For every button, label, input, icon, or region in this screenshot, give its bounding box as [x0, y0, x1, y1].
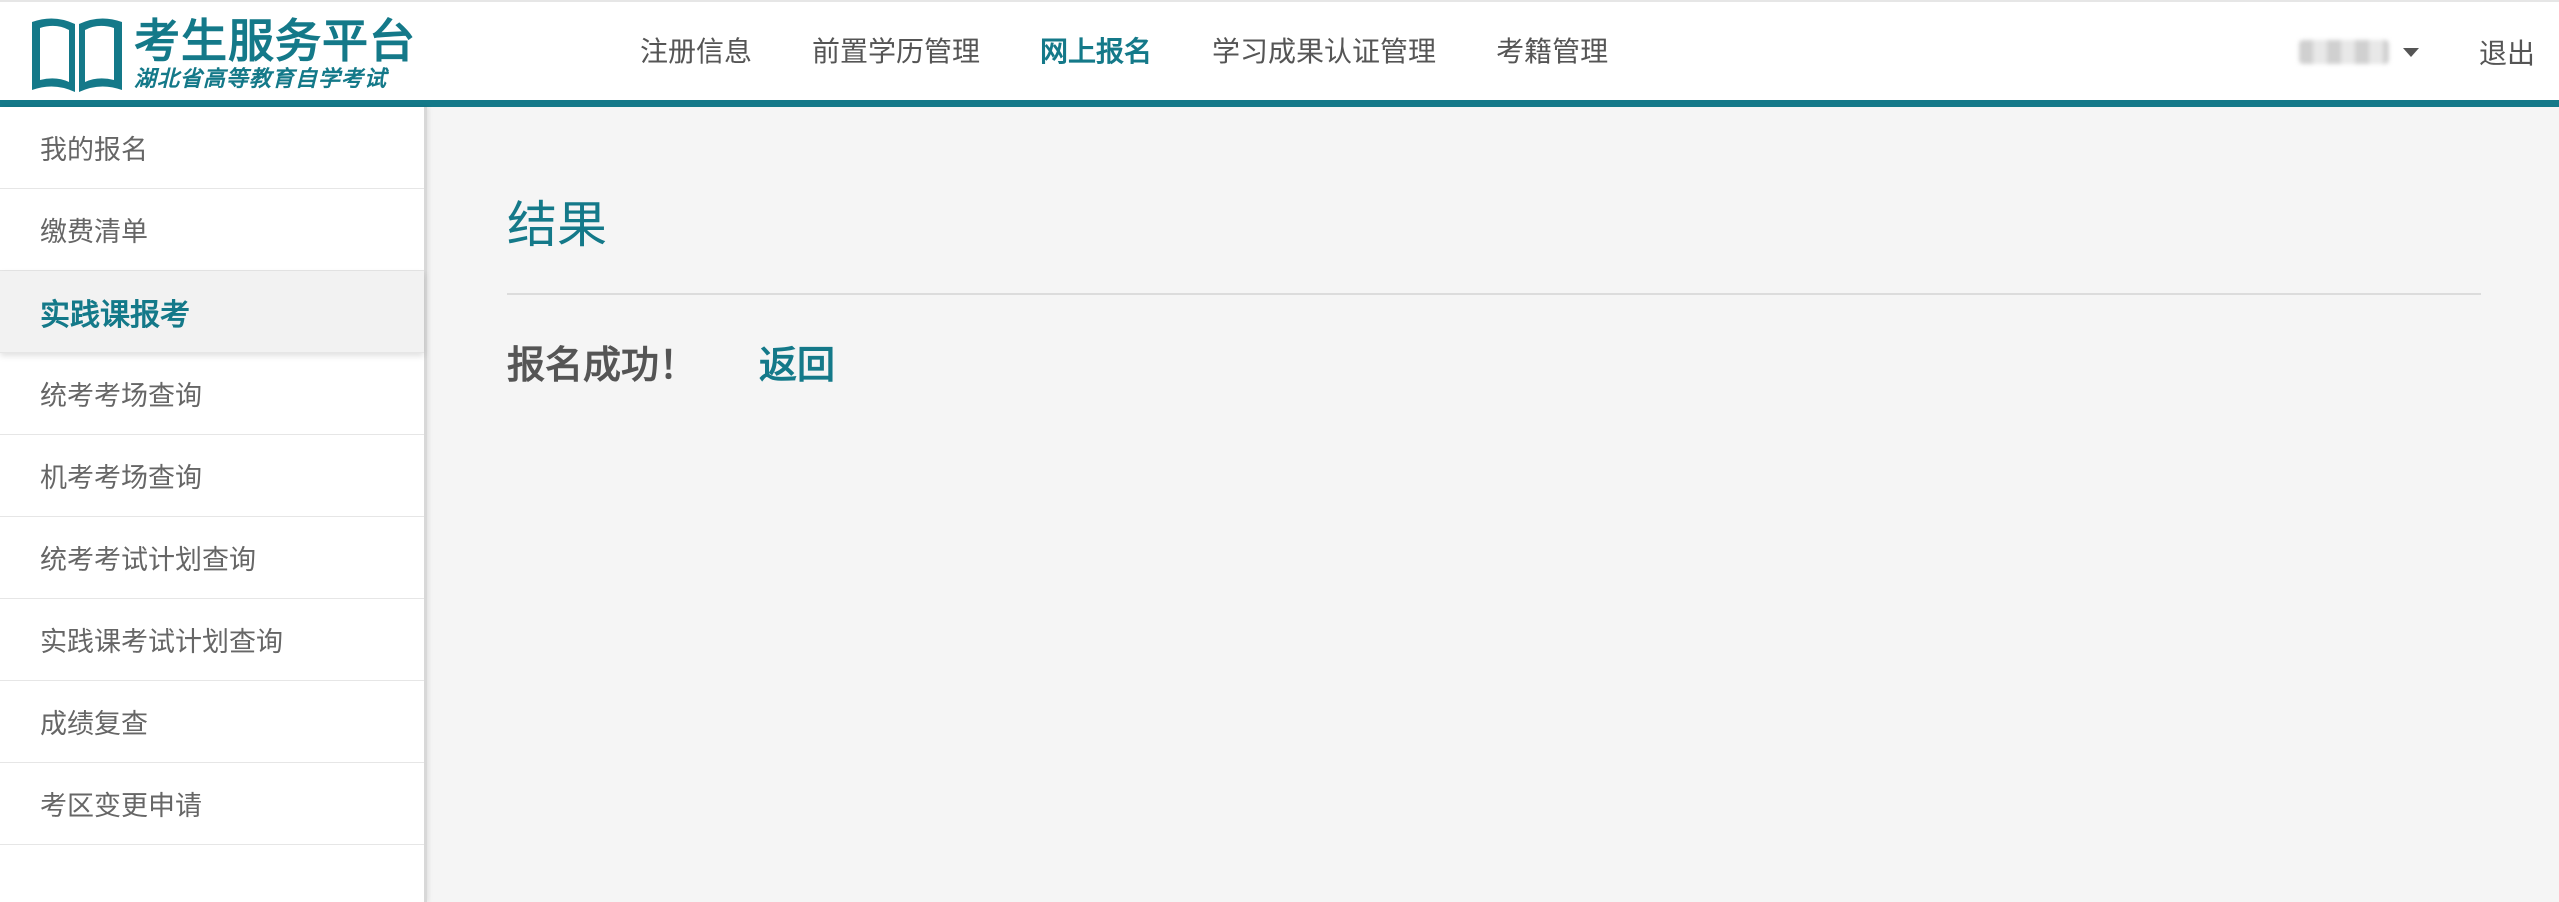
sidebar-item-payment-list[interactable]: 缴费清单	[0, 189, 424, 271]
nav-student-records[interactable]: 考籍管理	[1496, 22, 1608, 82]
nav-prior-education[interactable]: 前置学历管理	[812, 22, 980, 82]
nav-online-enrollment[interactable]: 网上报名	[1040, 22, 1152, 82]
logo[interactable]: 考生服务平台 湖北省高等教育自学考试	[28, 10, 415, 98]
logo-title: 考生服务平台	[134, 14, 416, 68]
user-name-blurred[interactable]	[2298, 40, 2389, 64]
success-message: 报名成功！	[507, 342, 698, 387]
sidebar-item-exam-plan[interactable]: 统考考试计划查询	[0, 517, 424, 599]
open-book-icon	[32, 18, 122, 93]
sidebar-item-my-enrollment[interactable]: 我的报名	[0, 107, 424, 189]
sidebar-item-region-change[interactable]: 考区变更申请	[0, 763, 424, 845]
header-accent-bar	[0, 100, 2559, 107]
sidebar-item-practical-course[interactable]: 实践课报考	[0, 271, 424, 353]
sidebar-item-computer-exam-room[interactable]: 机考考场查询	[0, 435, 424, 517]
sidebar-item-exam-room-query[interactable]: 统考考场查询	[0, 353, 424, 435]
back-link[interactable]: 返回	[759, 334, 835, 389]
user-area: 退出	[2298, 22, 2559, 82]
sidebar-item-score-review[interactable]: 成绩复查	[0, 681, 424, 763]
logout-link[interactable]: 退出	[2479, 32, 2535, 72]
nav-registration-info[interactable]: 注册信息	[640, 22, 752, 82]
nav-learning-credit[interactable]: 学习成果认证管理	[1212, 22, 1436, 82]
main-nav: 注册信息 前置学历管理 网上报名 学习成果认证管理 考籍管理	[640, 22, 1668, 82]
sidebar: 我的报名 缴费清单 实践课报考 统考考场查询 机考考场查询 统考考试计划查询 实…	[0, 107, 427, 902]
page-title: 结果	[507, 196, 607, 254]
caret-down-icon[interactable]	[2402, 47, 2419, 57]
main-content: 结果 报名成功！ 返回	[430, 107, 2559, 902]
title-divider	[507, 293, 2481, 295]
result-row: 报名成功！ 返回	[507, 331, 835, 391]
top-header: 考生服务平台 湖北省高等教育自学考试 注册信息 前置学历管理 网上报名 学习成果…	[0, 0, 2559, 106]
logo-subtitle: 湖北省高等教育自学考试	[134, 67, 388, 92]
sidebar-item-practical-plan[interactable]: 实践课考试计划查询	[0, 599, 424, 681]
